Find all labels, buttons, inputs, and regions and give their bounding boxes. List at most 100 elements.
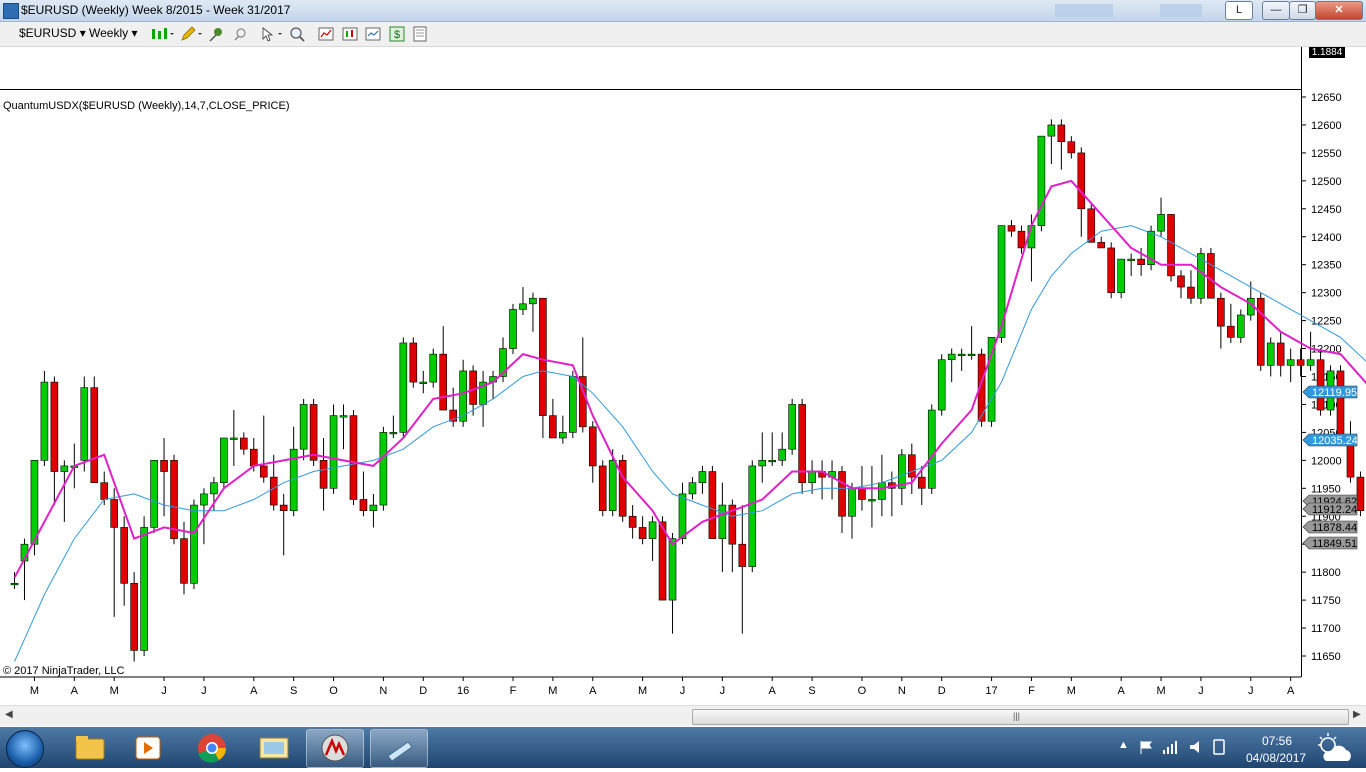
candle-body (699, 472, 706, 483)
close-button[interactable]: ✕ (1315, 1, 1363, 20)
indicators-icon[interactable] (318, 26, 334, 42)
candlestick-style-icon[interactable] (150, 26, 174, 42)
candle-body (111, 499, 118, 527)
candle-body (1108, 248, 1115, 293)
tray-overflow-icon[interactable]: ▲ (1118, 739, 1129, 751)
candle-body (769, 460, 776, 462)
taskbar-ninjatrader[interactable] (306, 729, 364, 768)
taskbar-control-panel[interactable] (246, 729, 302, 766)
clock-time[interactable]: 07:56 (1262, 734, 1292, 748)
candle-body (759, 460, 766, 466)
weather-icon[interactable] (1314, 731, 1354, 765)
candle-body (609, 460, 616, 510)
candle-body (1128, 259, 1135, 261)
pencil-drawing-icon[interactable] (180, 26, 204, 42)
candle-body (141, 527, 148, 650)
candle-body (1317, 360, 1324, 410)
control-panel-icon (246, 729, 302, 766)
network-signal-icon[interactable] (1162, 739, 1180, 755)
horizontal-scrollbar[interactable]: ◀ ||| ▶ (0, 705, 1366, 726)
candle-body (948, 354, 955, 360)
clock-date[interactable]: 04/08/2017 (1246, 751, 1306, 765)
link-badge-button[interactable]: L (1225, 1, 1253, 20)
strategies-icon[interactable] (342, 26, 358, 42)
price-panel-last-price: 1.1884 (1309, 47, 1345, 58)
y-tick-label: 12350 (1311, 260, 1342, 272)
y-tick-label: 11700 (1311, 623, 1341, 635)
start-button[interactable] (6, 730, 44, 768)
price-panel[interactable] (0, 47, 1301, 90)
candle-body (430, 354, 437, 382)
candle-body (310, 404, 317, 460)
instrument-selector[interactable]: $EURUSD ▾ (19, 26, 86, 40)
volume-icon[interactable] (1188, 739, 1204, 755)
candle-body (928, 410, 935, 488)
x-tick-label: N (379, 685, 387, 697)
maximize-button[interactable]: ❐ (1289, 1, 1316, 20)
candle-body (918, 477, 925, 488)
slow-ma-line (15, 226, 1366, 662)
candle-body (180, 539, 187, 584)
candle-body (101, 483, 108, 500)
indicator-label: QuantumUSDX($EURUSD (Weekly),14,7,CLOSE_… (3, 100, 290, 112)
chart-toolbar: $EURUSD ▾ Weekly ▾ $ (0, 22, 1366, 47)
x-tick-label: J (680, 685, 686, 697)
window-titlebar: $EURUSD (Weekly) Week 8/2015 - Week 31/2… (0, 0, 1366, 22)
candle-body (1217, 298, 1224, 326)
titlebar-decoration (1160, 4, 1202, 17)
taskbar-explorer[interactable] (62, 729, 118, 766)
fast-ma-line (15, 181, 1366, 578)
candle-body (350, 416, 357, 500)
candle-body (639, 527, 646, 538)
cursor-select-icon[interactable] (260, 26, 284, 42)
y-tick-label: 12250 (1311, 316, 1342, 328)
zoom-icon[interactable] (289, 26, 305, 42)
candle-body (968, 354, 975, 356)
x-tick-label: O (329, 685, 338, 697)
candle-body (599, 466, 606, 511)
scroll-left-icon[interactable]: ◀ (5, 709, 13, 720)
crosshair-icon[interactable] (232, 26, 248, 42)
x-tick-label: J (1198, 685, 1204, 697)
notes-icon (371, 730, 427, 767)
price-badge: 11878.44 (1303, 521, 1357, 534)
indicator-chart[interactable]: 1165011700117501180011850119001195012000… (0, 90, 1366, 705)
dollar-icon[interactable]: $ (389, 26, 405, 42)
minimize-button[interactable]: — (1262, 1, 1290, 20)
instrument-label: $EURUSD (19, 26, 76, 40)
candle-body (360, 499, 367, 510)
scrollbar-thumb[interactable]: ||| (692, 709, 1349, 725)
pin-icon[interactable] (208, 26, 224, 42)
candle-body (789, 404, 796, 449)
data-box-icon[interactable] (412, 26, 428, 42)
moving-averages (15, 181, 1366, 662)
candle-body (340, 416, 347, 418)
candle-body (220, 438, 227, 483)
x-tick-label: J (161, 685, 167, 697)
candle-body (779, 449, 786, 460)
x-tick-label: A (1117, 685, 1125, 697)
taskbar-chrome[interactable] (184, 729, 240, 766)
taskbar-media-player[interactable] (120, 729, 176, 766)
candle-body (200, 494, 207, 505)
candle-body (1287, 360, 1294, 366)
candle-body (1098, 242, 1105, 248)
candle-body (1048, 125, 1055, 136)
candle-body (300, 404, 307, 449)
action-center-flag-icon[interactable] (1138, 739, 1154, 755)
candle-body (878, 483, 885, 500)
candle-body (839, 472, 846, 517)
device-icon[interactable] (1211, 738, 1227, 756)
x-tick-label: A (250, 685, 258, 697)
y-tick-label: 12000 (1311, 455, 1342, 467)
candle-body (1168, 214, 1175, 275)
chevron-down-icon: ▾ (131, 26, 137, 40)
svg-text:$: $ (394, 29, 400, 41)
chart-properties-icon[interactable] (365, 26, 381, 42)
period-selector[interactable]: Weekly ▾ (89, 26, 138, 40)
taskbar-notes[interactable] (370, 729, 428, 768)
x-tick-label: N (898, 685, 906, 697)
candle-body (210, 483, 217, 494)
scroll-right-icon[interactable]: ▶ (1353, 709, 1361, 720)
candle-body (410, 343, 417, 382)
